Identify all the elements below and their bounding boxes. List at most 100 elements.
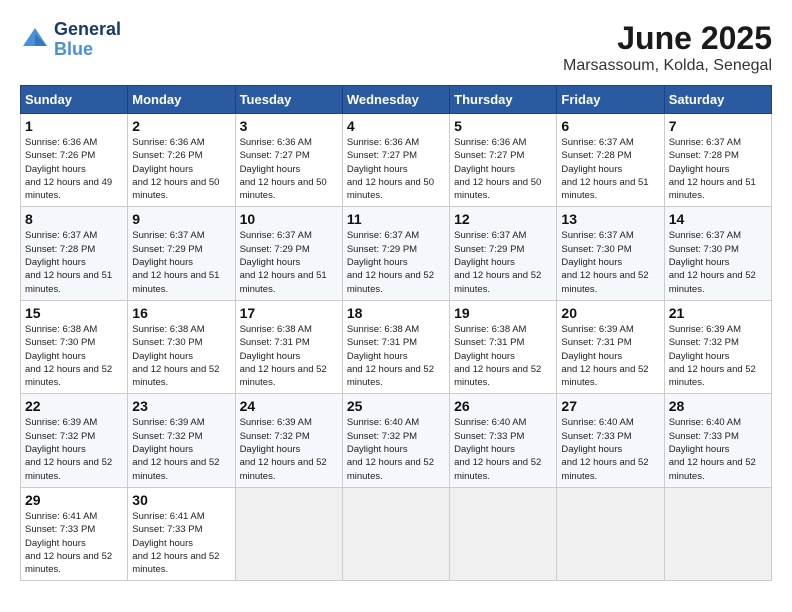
day-cell-8: 8 Sunrise: 6:37 AMSunset: 7:28 PMDayligh… [21, 207, 128, 300]
empty-cell [664, 487, 771, 580]
day-number: 12 [454, 211, 552, 227]
day-number: 15 [25, 305, 123, 321]
weekday-header-sunday: Sunday [21, 86, 128, 114]
week-row-4: 22 Sunrise: 6:39 AMSunset: 7:32 PMDaylig… [21, 394, 772, 487]
day-cell-12: 12 Sunrise: 6:37 AMSunset: 7:29 PMDaylig… [450, 207, 557, 300]
day-number: 22 [25, 398, 123, 414]
day-info: Sunrise: 6:37 AMSunset: 7:29 PMDaylight … [347, 230, 434, 294]
weekday-header-wednesday: Wednesday [342, 86, 449, 114]
day-number: 11 [347, 211, 445, 227]
day-cell-5: 5 Sunrise: 6:36 AMSunset: 7:27 PMDayligh… [450, 114, 557, 207]
day-cell-18: 18 Sunrise: 6:38 AMSunset: 7:31 PMDaylig… [342, 300, 449, 393]
weekday-header-monday: Monday [128, 86, 235, 114]
day-info: Sunrise: 6:38 AMSunset: 7:31 PMDaylight … [454, 324, 541, 388]
day-number: 13 [561, 211, 659, 227]
day-number: 6 [561, 118, 659, 134]
day-cell-28: 28 Sunrise: 6:40 AMSunset: 7:33 PMDaylig… [664, 394, 771, 487]
day-info: Sunrise: 6:37 AMSunset: 7:29 PMDaylight … [132, 230, 219, 294]
day-number: 7 [669, 118, 767, 134]
day-cell-20: 20 Sunrise: 6:39 AMSunset: 7:31 PMDaylig… [557, 300, 664, 393]
day-number: 20 [561, 305, 659, 321]
empty-cell [450, 487, 557, 580]
day-cell-19: 19 Sunrise: 6:38 AMSunset: 7:31 PMDaylig… [450, 300, 557, 393]
day-cell-3: 3 Sunrise: 6:36 AMSunset: 7:27 PMDayligh… [235, 114, 342, 207]
day-info: Sunrise: 6:38 AMSunset: 7:30 PMDaylight … [25, 324, 112, 388]
day-info: Sunrise: 6:37 AMSunset: 7:29 PMDaylight … [454, 230, 541, 294]
header: General Blue June 2025 Marsassoum, Kolda… [20, 20, 772, 75]
day-info: Sunrise: 6:40 AMSunset: 7:33 PMDaylight … [669, 417, 756, 481]
day-info: Sunrise: 6:38 AMSunset: 7:31 PMDaylight … [347, 324, 434, 388]
day-info: Sunrise: 6:37 AMSunset: 7:30 PMDaylight … [561, 230, 648, 294]
logo-icon [20, 25, 50, 55]
day-cell-25: 25 Sunrise: 6:40 AMSunset: 7:32 PMDaylig… [342, 394, 449, 487]
weekday-header-thursday: Thursday [450, 86, 557, 114]
day-number: 3 [240, 118, 338, 134]
calendar-table: SundayMondayTuesdayWednesdayThursdayFrid… [20, 85, 772, 581]
day-cell-17: 17 Sunrise: 6:38 AMSunset: 7:31 PMDaylig… [235, 300, 342, 393]
day-info: Sunrise: 6:36 AMSunset: 7:26 PMDaylight … [25, 137, 112, 201]
day-cell-11: 11 Sunrise: 6:37 AMSunset: 7:29 PMDaylig… [342, 207, 449, 300]
day-number: 4 [347, 118, 445, 134]
day-info: Sunrise: 6:37 AMSunset: 7:29 PMDaylight … [240, 230, 327, 294]
day-info: Sunrise: 6:36 AMSunset: 7:26 PMDaylight … [132, 137, 219, 201]
day-info: Sunrise: 6:37 AMSunset: 7:28 PMDaylight … [561, 137, 648, 201]
day-info: Sunrise: 6:41 AMSunset: 7:33 PMDaylight … [132, 511, 219, 575]
day-cell-27: 27 Sunrise: 6:40 AMSunset: 7:33 PMDaylig… [557, 394, 664, 487]
day-number: 5 [454, 118, 552, 134]
day-number: 18 [347, 305, 445, 321]
day-number: 9 [132, 211, 230, 227]
day-number: 27 [561, 398, 659, 414]
day-info: Sunrise: 6:36 AMSunset: 7:27 PMDaylight … [454, 137, 541, 201]
day-cell-16: 16 Sunrise: 6:38 AMSunset: 7:30 PMDaylig… [128, 300, 235, 393]
day-cell-23: 23 Sunrise: 6:39 AMSunset: 7:32 PMDaylig… [128, 394, 235, 487]
day-info: Sunrise: 6:40 AMSunset: 7:33 PMDaylight … [454, 417, 541, 481]
day-info: Sunrise: 6:39 AMSunset: 7:32 PMDaylight … [669, 324, 756, 388]
day-number: 19 [454, 305, 552, 321]
weekday-header-friday: Friday [557, 86, 664, 114]
week-row-2: 8 Sunrise: 6:37 AMSunset: 7:28 PMDayligh… [21, 207, 772, 300]
day-cell-2: 2 Sunrise: 6:36 AMSunset: 7:26 PMDayligh… [128, 114, 235, 207]
empty-cell [235, 487, 342, 580]
day-info: Sunrise: 6:39 AMSunset: 7:32 PMDaylight … [240, 417, 327, 481]
day-info: Sunrise: 6:40 AMSunset: 7:33 PMDaylight … [561, 417, 648, 481]
day-number: 1 [25, 118, 123, 134]
logo: General Blue [20, 20, 121, 60]
day-cell-22: 22 Sunrise: 6:39 AMSunset: 7:32 PMDaylig… [21, 394, 128, 487]
day-info: Sunrise: 6:38 AMSunset: 7:31 PMDaylight … [240, 324, 327, 388]
day-number: 30 [132, 492, 230, 508]
day-number: 17 [240, 305, 338, 321]
day-number: 16 [132, 305, 230, 321]
day-cell-13: 13 Sunrise: 6:37 AMSunset: 7:30 PMDaylig… [557, 207, 664, 300]
day-number: 24 [240, 398, 338, 414]
logo-text: General Blue [54, 20, 121, 60]
day-info: Sunrise: 6:38 AMSunset: 7:30 PMDaylight … [132, 324, 219, 388]
empty-cell [342, 487, 449, 580]
title-area: June 2025 Marsassoum, Kolda, Senegal [563, 20, 772, 75]
day-cell-26: 26 Sunrise: 6:40 AMSunset: 7:33 PMDaylig… [450, 394, 557, 487]
day-cell-4: 4 Sunrise: 6:36 AMSunset: 7:27 PMDayligh… [342, 114, 449, 207]
day-info: Sunrise: 6:40 AMSunset: 7:32 PMDaylight … [347, 417, 434, 481]
week-row-3: 15 Sunrise: 6:38 AMSunset: 7:30 PMDaylig… [21, 300, 772, 393]
day-info: Sunrise: 6:36 AMSunset: 7:27 PMDaylight … [240, 137, 327, 201]
day-cell-1: 1 Sunrise: 6:36 AMSunset: 7:26 PMDayligh… [21, 114, 128, 207]
day-cell-14: 14 Sunrise: 6:37 AMSunset: 7:30 PMDaylig… [664, 207, 771, 300]
day-number: 10 [240, 211, 338, 227]
day-number: 8 [25, 211, 123, 227]
calendar-title: June 2025 [563, 20, 772, 57]
day-number: 21 [669, 305, 767, 321]
week-row-1: 1 Sunrise: 6:36 AMSunset: 7:26 PMDayligh… [21, 114, 772, 207]
day-cell-21: 21 Sunrise: 6:39 AMSunset: 7:32 PMDaylig… [664, 300, 771, 393]
day-cell-7: 7 Sunrise: 6:37 AMSunset: 7:28 PMDayligh… [664, 114, 771, 207]
day-info: Sunrise: 6:39 AMSunset: 7:31 PMDaylight … [561, 324, 648, 388]
day-info: Sunrise: 6:41 AMSunset: 7:33 PMDaylight … [25, 511, 112, 575]
day-cell-29: 29 Sunrise: 6:41 AMSunset: 7:33 PMDaylig… [21, 487, 128, 580]
day-number: 29 [25, 492, 123, 508]
day-cell-6: 6 Sunrise: 6:37 AMSunset: 7:28 PMDayligh… [557, 114, 664, 207]
day-cell-9: 9 Sunrise: 6:37 AMSunset: 7:29 PMDayligh… [128, 207, 235, 300]
day-number: 2 [132, 118, 230, 134]
day-number: 14 [669, 211, 767, 227]
empty-cell [557, 487, 664, 580]
day-info: Sunrise: 6:39 AMSunset: 7:32 PMDaylight … [25, 417, 112, 481]
day-cell-15: 15 Sunrise: 6:38 AMSunset: 7:30 PMDaylig… [21, 300, 128, 393]
day-number: 23 [132, 398, 230, 414]
